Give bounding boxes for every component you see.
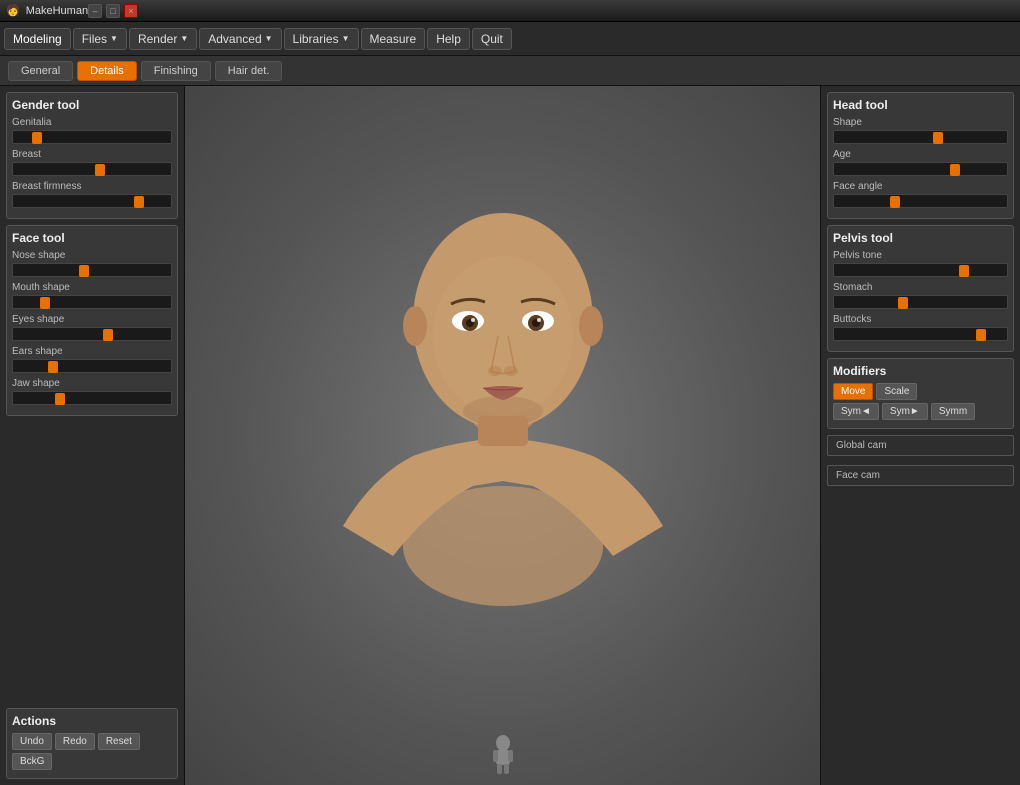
action-btn-redo[interactable]: Redo [55, 733, 95, 750]
tab-general[interactable]: General [8, 61, 73, 81]
human-figure [185, 86, 820, 785]
action-btn-reset[interactable]: Reset [98, 733, 140, 750]
slider-track[interactable] [12, 295, 172, 309]
modifier-btn-sym[interactable]: Sym◄ [833, 403, 879, 420]
slider-group-shape: Shape [833, 117, 1008, 144]
menu-item-modeling[interactable]: Modeling [4, 28, 71, 50]
slider-track[interactable] [12, 194, 172, 208]
viewport [185, 86, 820, 785]
head-tool-title: Head tool [833, 98, 1008, 112]
slider-group-nose-shape: Nose shape [12, 250, 172, 277]
slider-track[interactable] [12, 359, 172, 373]
camera-btn-face-cam[interactable]: Face cam [827, 465, 1014, 486]
right-panel: Head tool Shape Age Face angle Pelvis to… [820, 86, 1020, 785]
slider-label: Eyes shape [12, 314, 172, 325]
menu-item-quit[interactable]: Quit [472, 28, 512, 50]
actions-title: Actions [12, 714, 172, 728]
modifier-btn-sym[interactable]: Sym► [882, 403, 928, 420]
menubar: ModelingFilesRenderAdvancedLibrariesMeas… [0, 22, 1020, 56]
slider-label: Shape [833, 117, 1008, 128]
slider-track[interactable] [12, 391, 172, 405]
mini-figure [488, 735, 518, 775]
face-tool-title: Face tool [12, 231, 172, 245]
slider-label: Age [833, 149, 1008, 160]
menu-item-libraries[interactable]: Libraries [284, 28, 359, 50]
modifier-btn-move[interactable]: Move [833, 383, 873, 400]
close-button[interactable]: × [124, 4, 138, 18]
maximize-button[interactable]: □ [106, 4, 120, 18]
slider-group-age: Age [833, 149, 1008, 176]
pelvis-tool-panel: Pelvis tool Pelvis tone Stomach Buttocks [827, 225, 1014, 352]
slider-group-breast: Breast [12, 149, 172, 176]
tab-finishing[interactable]: Finishing [141, 61, 211, 81]
window-controls: – □ × [88, 4, 138, 18]
slider-group-breast-firmness: Breast firmness [12, 181, 172, 208]
slider-track[interactable] [833, 263, 1008, 277]
main-area: Gender tool Genitalia Breast Breast firm… [0, 86, 1020, 785]
minimize-button[interactable]: – [88, 4, 102, 18]
menu-item-advanced[interactable]: Advanced [199, 28, 281, 50]
slider-track[interactable] [12, 263, 172, 277]
modifier-btn-sym[interactable]: Symm [931, 403, 975, 420]
slider-group-mouth-shape: Mouth shape [12, 282, 172, 309]
app-icon: 🧑 [6, 4, 20, 17]
character-svg [313, 126, 693, 746]
slider-label: Breast firmness [12, 181, 172, 192]
tab-details[interactable]: Details [77, 61, 137, 81]
slider-label: Mouth shape [12, 282, 172, 293]
slider-track[interactable] [833, 162, 1008, 176]
slider-group-genitalia: Genitalia [12, 117, 172, 144]
modifiers-title: Modifiers [833, 364, 1008, 378]
slider-label: Nose shape [12, 250, 172, 261]
slider-track[interactable] [833, 295, 1008, 309]
menu-item-files[interactable]: Files [73, 28, 127, 50]
slider-label: Pelvis tone [833, 250, 1008, 261]
action-row-2: BckG [12, 753, 172, 770]
mini-figure-svg [488, 735, 518, 775]
slider-track[interactable] [12, 130, 172, 144]
slider-track[interactable] [833, 130, 1008, 144]
slider-group-pelvis-tone: Pelvis tone [833, 250, 1008, 277]
modifier-row-2: Sym◄Sym►Symm [833, 403, 1008, 420]
slider-label: Buttocks [833, 314, 1008, 325]
modifier-row-1: MoveScale [833, 383, 1008, 400]
modifier-btn-scale[interactable]: Scale [876, 383, 917, 400]
slider-group-jaw-shape: Jaw shape [12, 378, 172, 405]
action-btn-undo[interactable]: Undo [12, 733, 52, 750]
slider-group-ears-shape: Ears shape [12, 346, 172, 373]
action-btn-bckg[interactable]: BckG [12, 753, 52, 770]
actions-panel: Actions UndoRedoReset BckG [6, 708, 178, 779]
menu-item-render[interactable]: Render [129, 28, 197, 50]
slider-label: Jaw shape [12, 378, 172, 389]
gender-tool-panel: Gender tool Genitalia Breast Breast firm… [6, 92, 178, 219]
slider-label: Ears shape [12, 346, 172, 357]
action-row-1: UndoRedoReset [12, 733, 172, 750]
slider-label: Breast [12, 149, 172, 160]
titlebar: 🧑 MakeHuman – □ × [0, 0, 1020, 22]
tab-hair-det.[interactable]: Hair det. [215, 61, 283, 81]
menu-item-help[interactable]: Help [427, 28, 470, 50]
pelvis-tool-title: Pelvis tool [833, 231, 1008, 245]
head-tool-panel: Head tool Shape Age Face angle [827, 92, 1014, 219]
slider-group-stomach: Stomach [833, 282, 1008, 309]
slider-track[interactable] [833, 327, 1008, 341]
menu-item-measure[interactable]: Measure [361, 28, 426, 50]
slider-group-buttocks: Buttocks [833, 314, 1008, 341]
tabbar: GeneralDetailsFinishingHair det. [0, 56, 1020, 86]
face-tool-panel: Face tool Nose shape Mouth shape Eyes sh… [6, 225, 178, 416]
slider-group-eyes-shape: Eyes shape [12, 314, 172, 341]
gender-tool-title: Gender tool [12, 98, 172, 112]
slider-track[interactable] [833, 194, 1008, 208]
modifiers-panel: Modifiers MoveScale Sym◄Sym►Symm [827, 358, 1014, 429]
slider-label: Genitalia [12, 117, 172, 128]
slider-label: Face angle [833, 181, 1008, 192]
slider-track[interactable] [12, 327, 172, 341]
camera-btn-global-cam[interactable]: Global cam [827, 435, 1014, 456]
slider-label: Stomach [833, 282, 1008, 293]
left-panel: Gender tool Genitalia Breast Breast firm… [0, 86, 185, 785]
slider-group-face-angle: Face angle [833, 181, 1008, 208]
slider-track[interactable] [12, 162, 172, 176]
titlebar-title: MakeHuman [26, 5, 88, 17]
